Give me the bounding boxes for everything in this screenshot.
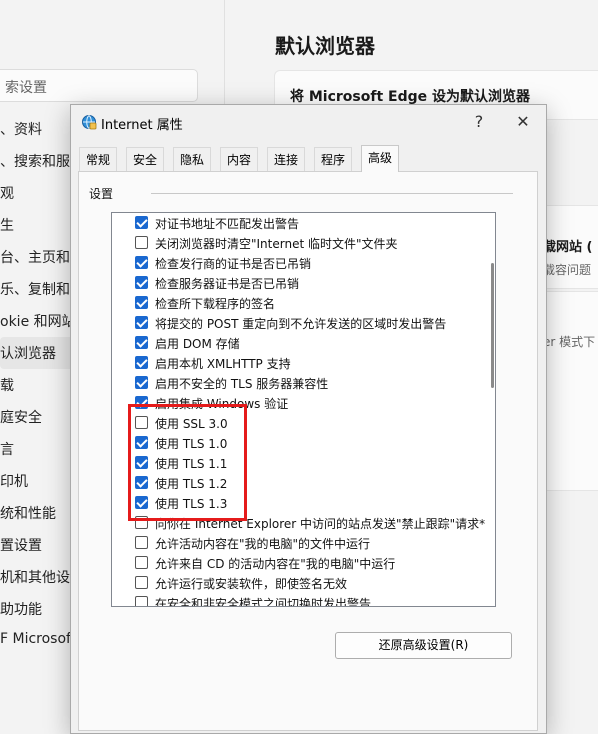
setting-checkbox[interactable] <box>135 216 148 229</box>
tab-privacy[interactable]: 隐私 <box>173 147 212 171</box>
setting-checkbox[interactable] <box>135 536 148 549</box>
settings-search-input[interactable]: 索设置 <box>0 69 198 102</box>
restore-advanced-settings-button[interactable]: 还原高级设置(R) <box>335 632 512 659</box>
setting-label: 检查服务器证书是否已吊销 <box>155 277 300 291</box>
settings-group-line <box>151 193 513 194</box>
help-button[interactable]: ? <box>465 109 493 135</box>
ie-mode-card-title: 载网站 ( <box>543 240 593 255</box>
setting-checkbox[interactable] <box>135 276 148 289</box>
tab-programs[interactable]: 程序 <box>314 147 353 171</box>
tab-content[interactable]: 内容 <box>220 147 259 171</box>
ie-mode-sites-desc: er 模式下 <box>543 335 596 349</box>
scrollbar-thumb[interactable] <box>491 263 494 388</box>
setting-checkbox[interactable] <box>135 296 148 309</box>
close-button[interactable]: ✕ <box>509 109 537 135</box>
tab-connections[interactable]: 连接 <box>267 147 306 171</box>
setting-checkbox[interactable] <box>135 316 148 329</box>
ie-mode-card-desc: 载容问题 <box>543 263 592 277</box>
listbox-scrollbar[interactable] <box>489 213 495 606</box>
dialog-titlebar[interactable]: Internet 属性 ? ✕ <box>71 105 546 139</box>
settings-group-label: 设置 <box>89 185 118 202</box>
setting-label: 允许来自 CD 的活动内容在"我的电脑"中运行 <box>155 557 396 571</box>
setting-checkbox[interactable] <box>135 236 148 249</box>
setting-checkbox[interactable] <box>135 256 148 269</box>
tab-security[interactable]: 安全 <box>126 147 165 171</box>
dialog-title: Internet 属性 <box>101 118 183 133</box>
setting-label: 关闭浏览器时清空"Internet 临时文件"文件夹 <box>155 237 398 251</box>
setting-checkbox[interactable] <box>135 596 148 606</box>
setting-label: 允许活动内容在"我的电脑"的文件中运行 <box>155 537 371 551</box>
setting-checkbox[interactable] <box>135 356 148 369</box>
setting-checkbox[interactable] <box>135 376 148 389</box>
setting-label: 启用 DOM 存储 <box>155 337 240 351</box>
setting-label: 启用不安全的 TLS 服务器兼容性 <box>155 377 329 391</box>
setting-checkbox[interactable] <box>135 576 148 589</box>
setting-label: 对证书地址不匹配发出警告 <box>155 217 300 231</box>
setting-label: 允许运行或安装软件，即使签名无效 <box>155 577 348 591</box>
tab-general[interactable]: 常规 <box>79 147 118 171</box>
setting-label: 检查所下载程序的签名 <box>155 297 276 311</box>
setting-checkbox[interactable] <box>135 336 148 349</box>
highlight-annotation <box>128 404 247 521</box>
setting-label: 将提交的 POST 重定向到不允许发送的区域时发出警告 <box>155 317 447 331</box>
tab-advanced[interactable]: 高级 <box>361 145 400 172</box>
setting-label: 检查发行商的证书是否已吊销 <box>155 257 312 271</box>
set-default-card-title: 将 Microsoft Edge 设为默认浏览器 <box>290 89 531 105</box>
page-title: 默认浏览器 <box>275 34 375 58</box>
setting-label: 在安全和非安全模式之间切换时发出警告 <box>155 597 372 607</box>
internet-options-icon <box>81 114 97 130</box>
setting-checkbox[interactable] <box>135 556 148 569</box>
setting-label: 启用本机 XMLHTTP 支持 <box>155 357 291 371</box>
